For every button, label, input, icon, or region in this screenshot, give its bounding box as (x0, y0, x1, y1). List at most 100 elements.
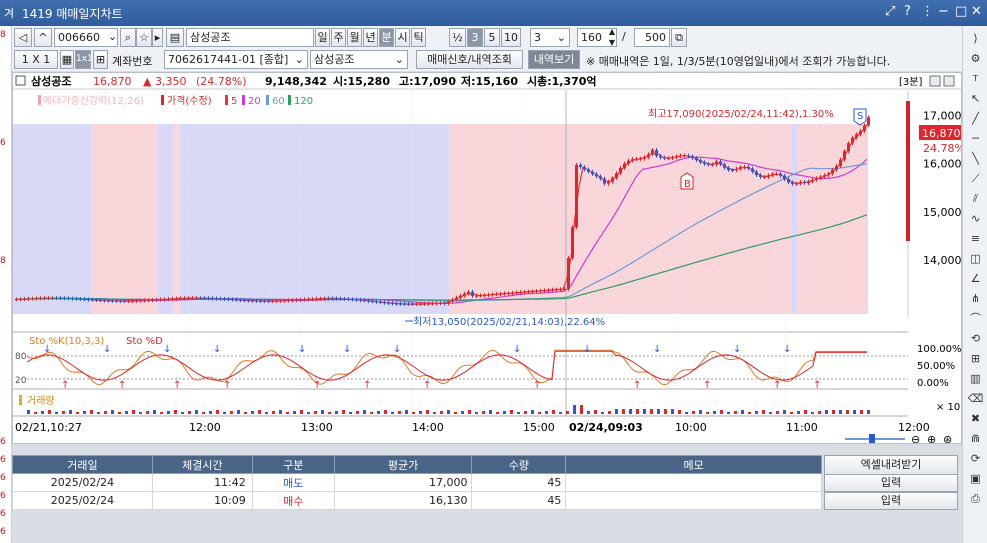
text-tool-icon[interactable]: T (967, 70, 984, 87)
layout-icon[interactable]: ⊞ (93, 50, 108, 69)
next-icon[interactable]: ▸ (152, 28, 163, 47)
checkbox-icon[interactable] (15, 75, 26, 86)
signal-history-button[interactable]: 매매신호/내역조회 (416, 50, 523, 69)
col-quantity[interactable]: 수량 (471, 455, 567, 474)
candle-body (695, 158, 698, 161)
period-week[interactable]: 주 (331, 28, 346, 47)
candle-body (479, 295, 482, 297)
wave-icon[interactable]: ∿ (967, 210, 984, 227)
quote-volume: 9,148,342 (265, 75, 327, 88)
col-side[interactable]: 구분 (251, 455, 335, 474)
settings-icon[interactable]: ⋮ (921, 4, 934, 19)
table-row[interactable]: 2025/02/24 10:09 매수 16,130 45 (12, 491, 822, 510)
total-count-input[interactable]: 500 (634, 28, 670, 47)
memo-input-button[interactable]: 입력 (824, 492, 958, 510)
prev-icon[interactable]: ◁ (14, 28, 32, 47)
candle-body (591, 171, 594, 175)
fan-icon[interactable]: ⋔ (967, 290, 984, 307)
delete-icon[interactable]: ✖ (967, 410, 984, 427)
fibonacci-icon[interactable]: ≡ (967, 230, 984, 247)
angle-icon[interactable]: ∠ (967, 270, 984, 287)
zoom-reset-icon[interactable]: ⊛ (943, 433, 952, 446)
period-day[interactable]: 일 (315, 28, 330, 47)
toolbar-row-2: 1 X 1 ▦ 1x1 ⊞ 계좌번호 7062617441-01 [종합] ⌄ 삼… (12, 49, 962, 71)
help-icon[interactable]: ? (904, 4, 911, 19)
cursor-icon[interactable]: ↖ (967, 90, 984, 107)
close-icon[interactable]: ✕ (971, 4, 982, 19)
trend-line-icon[interactable]: ╲ (967, 150, 984, 167)
channel-icon[interactable]: ⫽ (967, 190, 984, 207)
grid-icon[interactable]: ▦ (60, 50, 74, 69)
quote-change-rate: (24.78%) (196, 75, 247, 88)
minute-10-button[interactable]: 10 (501, 28, 521, 47)
chart-svg[interactable]: 삼성공조 16,870 ▲ 3,350 (24.78%) 9,148,342 시… (13, 73, 965, 446)
minute-5-button[interactable]: 5 (484, 28, 500, 47)
grid-1x1-button[interactable]: 1x1 (75, 50, 93, 69)
line-tool-icon[interactable]: ╱ (967, 110, 984, 127)
arc-icon[interactable]: ⌒ (967, 310, 984, 327)
period-tick[interactable]: 틱 (411, 28, 426, 47)
apply-icon[interactable]: ⧉ (671, 28, 687, 47)
maximize-icon[interactable]: □ (955, 4, 967, 19)
save-icon[interactable]: ▣ (967, 470, 984, 487)
chevron-down-icon[interactable]: ⌄ (106, 28, 119, 47)
shape-icon[interactable]: ◫ (967, 250, 984, 267)
search-icon[interactable]: ⌕ (120, 28, 136, 47)
period-month[interactable]: 월 (347, 28, 362, 47)
star-icon[interactable]: ☆ (136, 28, 152, 47)
resize-icon[interactable]: ⤢ (885, 4, 895, 19)
period-minute[interactable]: 분 (379, 28, 394, 47)
refresh-icon[interactable]: ⟳ (967, 450, 984, 467)
view-history-button[interactable]: 내역보기 (528, 50, 580, 69)
zoom-out-icon[interactable]: ⊖ (911, 433, 920, 446)
volume-bar (573, 405, 576, 414)
ray-line-icon[interactable]: ⟋ (967, 170, 984, 187)
up-icon[interactable]: ^ (34, 28, 52, 47)
col-trade-date[interactable]: 거래일 (12, 455, 153, 474)
document-icon[interactable]: ▤ (166, 28, 184, 47)
minute-3-button[interactable]: 3 (467, 28, 483, 47)
candle-body (307, 299, 310, 301)
col-memo[interactable]: 메모 (565, 455, 822, 474)
chart-area[interactable]: 삼성공조 16,870 ▲ 3,350 (24.78%) 9,148,342 시… (12, 72, 965, 446)
scale-button[interactable]: 1 X 1 (14, 50, 58, 69)
zoom-in-icon[interactable]: ⊕ (927, 433, 936, 446)
eraser-icon[interactable]: ⌫ (967, 390, 984, 407)
col-avg-price[interactable]: 평균가 (333, 455, 473, 474)
period-year[interactable]: 년 (363, 28, 378, 47)
horizontal-line-icon[interactable]: ─ (967, 130, 984, 147)
buy-marker[interactable]: B (680, 172, 694, 190)
legend-swatch (242, 95, 245, 105)
stock-select[interactable]: 삼성공조 ⌄ (310, 50, 408, 69)
account-select[interactable]: 7062617441-01 [종합] ⌄ (164, 50, 308, 69)
close-panel-icon[interactable] (943, 75, 955, 87)
count-stepper[interactable]: 160 ▲ ▼ (577, 28, 617, 47)
cycle-icon[interactable]: ⟲ (967, 330, 984, 347)
minimize-icon[interactable]: − (938, 4, 949, 19)
table-row[interactable]: 2025/02/24 11:42 매도 17,000 45 (12, 473, 822, 492)
maximize-panel-icon[interactable] (929, 75, 941, 87)
magnet-icon[interactable]: ⋒ (967, 430, 984, 447)
interval-select[interactable]: 3 ⌄ (530, 28, 570, 47)
chart-settings-icon[interactable]: ⚙ (967, 50, 984, 67)
excel-download-button[interactable]: 엑셀내려받기 (824, 455, 958, 475)
measure-icon[interactable]: ⊞ (967, 350, 984, 367)
candle-body (239, 299, 242, 301)
fraction-button[interactable]: ½ (449, 28, 466, 47)
chevron-down-icon: ⌄ (556, 31, 566, 44)
pattern-icon[interactable]: ▥ (967, 370, 984, 387)
col-exec-time[interactable]: 체결시간 (151, 455, 253, 474)
volume-bar (104, 411, 107, 414)
volume-bar (664, 409, 667, 414)
memo-input-button[interactable]: 입력 (824, 474, 958, 492)
print-icon[interactable]: ⎙ (967, 490, 984, 507)
cell-memo[interactable] (565, 473, 822, 492)
candle-body (767, 175, 770, 177)
volume-bar (146, 411, 149, 414)
zoom-slider-handle[interactable] (869, 434, 875, 443)
sell-marker[interactable]: S (853, 108, 867, 126)
period-hour[interactable]: 시 (395, 28, 410, 47)
signal-down-icon: ↓ (213, 344, 221, 355)
cell-memo[interactable] (565, 491, 822, 510)
collapse-icon[interactable]: ⟩ (967, 30, 984, 47)
